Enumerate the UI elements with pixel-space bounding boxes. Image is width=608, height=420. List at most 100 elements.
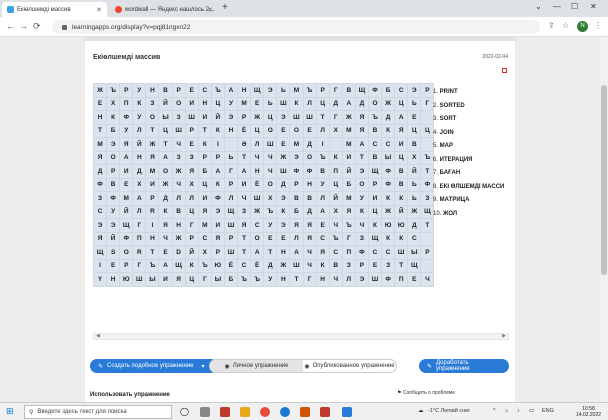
grid-cell[interactable]: З: [171, 110, 186, 125]
grid-cell[interactable]: Э: [210, 204, 225, 219]
grid-cell[interactable]: М: [289, 137, 304, 152]
grid-cell[interactable]: Я: [302, 231, 317, 246]
grid-cell[interactable]: Ш: [276, 164, 291, 179]
app-icon[interactable]: [320, 407, 330, 417]
grid-cell[interactable]: Л: [132, 123, 147, 138]
grid-cell[interactable]: Е: [367, 258, 383, 273]
grid-cell[interactable]: И: [119, 164, 134, 179]
grid-cell[interactable]: В: [171, 204, 186, 219]
grid-cell[interactable]: Я: [158, 218, 173, 233]
private-exercise-option[interactable]: ◉ Личное упражнение: [210, 360, 303, 372]
grid-cell[interactable]: Т: [315, 110, 330, 125]
grid-cell[interactable]: [420, 231, 435, 246]
grid-cell[interactable]: Р: [354, 258, 369, 273]
grid-cell[interactable]: Ч: [250, 150, 265, 165]
grid-cell[interactable]: Р: [145, 191, 160, 206]
grid-cell[interactable]: А: [250, 245, 265, 260]
fullscreen-icon[interactable]: [502, 68, 507, 73]
chrome-icon[interactable]: [260, 407, 270, 417]
tab-search-icon[interactable]: ⌄: [535, 2, 542, 11]
maximize-icon[interactable]: ☐: [571, 2, 578, 11]
grid-cell[interactable]: Ъ: [210, 83, 225, 98]
grid-cell[interactable]: О: [354, 177, 369, 192]
grid-cell[interactable]: О: [250, 231, 265, 246]
grid-cell[interactable]: Ш: [171, 123, 186, 138]
grid-cell[interactable]: Е: [276, 123, 291, 138]
grid-cell[interactable]: Ф: [289, 164, 304, 179]
grid-cell[interactable]: Е: [407, 272, 422, 287]
grid-cell[interactable]: С: [92, 204, 108, 219]
grid-cell[interactable]: О: [263, 177, 278, 192]
grid-cell[interactable]: К: [381, 231, 396, 246]
grid-cell[interactable]: Ю: [210, 258, 225, 273]
grid-cell[interactable]: Э: [263, 83, 278, 98]
grid-cell[interactable]: Ё: [223, 258, 239, 273]
grid-cell[interactable]: М: [119, 191, 134, 206]
grid-cell[interactable]: Ю: [381, 218, 396, 233]
grid-cell[interactable]: Ш: [302, 110, 317, 125]
active-app-icon[interactable]: [342, 407, 352, 417]
grid-cell[interactable]: Е: [106, 258, 121, 273]
grid-cell[interactable]: Е: [302, 123, 317, 138]
grid-cell[interactable]: Л: [171, 191, 186, 206]
grid-cell[interactable]: Э: [92, 218, 108, 233]
grid-cell[interactable]: Д: [158, 191, 173, 206]
grid-cell[interactable]: Я: [289, 218, 304, 233]
grid-cell[interactable]: Д: [381, 110, 396, 125]
grid-cell[interactable]: Ы: [210, 272, 225, 287]
tab-active[interactable]: Екiөлшемдi массив ✕: [2, 2, 107, 17]
grid-cell[interactable]: Э: [354, 272, 369, 287]
scroll-thumb[interactable]: [601, 85, 607, 275]
grid-cell[interactable]: У: [263, 272, 278, 287]
grid-cell[interactable]: К: [210, 123, 225, 138]
grid-cell[interactable]: Ч: [328, 218, 343, 233]
minimize-icon[interactable]: —: [553, 2, 561, 11]
grid-cell[interactable]: Я: [92, 150, 108, 165]
edge-icon[interactable]: [280, 407, 290, 417]
grid-cell[interactable]: Щ: [119, 218, 134, 233]
grid-cell[interactable]: Н: [237, 83, 252, 98]
grid-cell[interactable]: Ь: [407, 177, 422, 192]
grid-cell[interactable]: S: [106, 245, 121, 260]
grid-cell[interactable]: В: [407, 137, 422, 152]
grid-cell[interactable]: М: [341, 123, 356, 138]
tab-inactive[interactable]: wordwall — Яндекс нашлось 2… ✕: [110, 2, 218, 17]
grid-cell[interactable]: Я: [315, 245, 330, 260]
grid-cell[interactable]: У: [106, 204, 121, 219]
grid-cell[interactable]: Р: [106, 164, 121, 179]
grid-cell[interactable]: Ъ: [250, 272, 265, 287]
grid-cell[interactable]: Р: [184, 231, 199, 246]
grid-cell[interactable]: Ш: [289, 258, 304, 273]
dropdown-caret-icon[interactable]: ▾: [201, 363, 204, 370]
grid-cell[interactable]: Э: [276, 191, 291, 206]
grid-cell[interactable]: Б: [381, 83, 396, 98]
grid-cell[interactable]: С: [237, 258, 252, 273]
grid-cell[interactable]: Э: [289, 150, 304, 165]
taskbar-search-input[interactable]: ⚲ Введите здесь текст для поиска: [24, 405, 172, 419]
grid-cell[interactable]: К: [276, 204, 291, 219]
powerpoint-icon[interactable]: [300, 407, 310, 417]
grid-cell[interactable]: Б: [197, 164, 212, 179]
grid-cell[interactable]: Г: [302, 272, 317, 287]
bookmark-star-icon[interactable]: ☆: [562, 21, 569, 30]
grid-cell[interactable]: Ь: [407, 96, 422, 111]
grid-cell[interactable]: Ф: [92, 177, 108, 192]
grid-cell[interactable]: Г: [328, 110, 343, 125]
grid-cell[interactable]: Р: [119, 258, 134, 273]
grid-cell[interactable]: К: [315, 258, 330, 273]
grid-cell[interactable]: Ц: [158, 123, 173, 138]
grid-cell[interactable]: И: [197, 191, 212, 206]
grid-cell[interactable]: Ж: [381, 204, 396, 219]
grid-cell[interactable]: Ж: [407, 204, 422, 219]
grid-cell[interactable]: Ц: [315, 96, 330, 111]
grid-cell[interactable]: Н: [223, 123, 239, 138]
grid-cell[interactable]: Р: [223, 231, 239, 246]
grid-cell[interactable]: Р: [210, 150, 225, 165]
grid-cell[interactable]: Ф: [119, 110, 134, 125]
grid-cell[interactable]: А: [341, 96, 356, 111]
horizontal-scrollbar[interactable]: ◀ ▶: [93, 333, 509, 340]
grid-cell[interactable]: Б: [106, 123, 121, 138]
widgets-icon[interactable]: [200, 407, 210, 417]
grid-cell[interactable]: Ш: [223, 218, 239, 233]
weather-icon[interactable]: ☁: [418, 408, 424, 414]
